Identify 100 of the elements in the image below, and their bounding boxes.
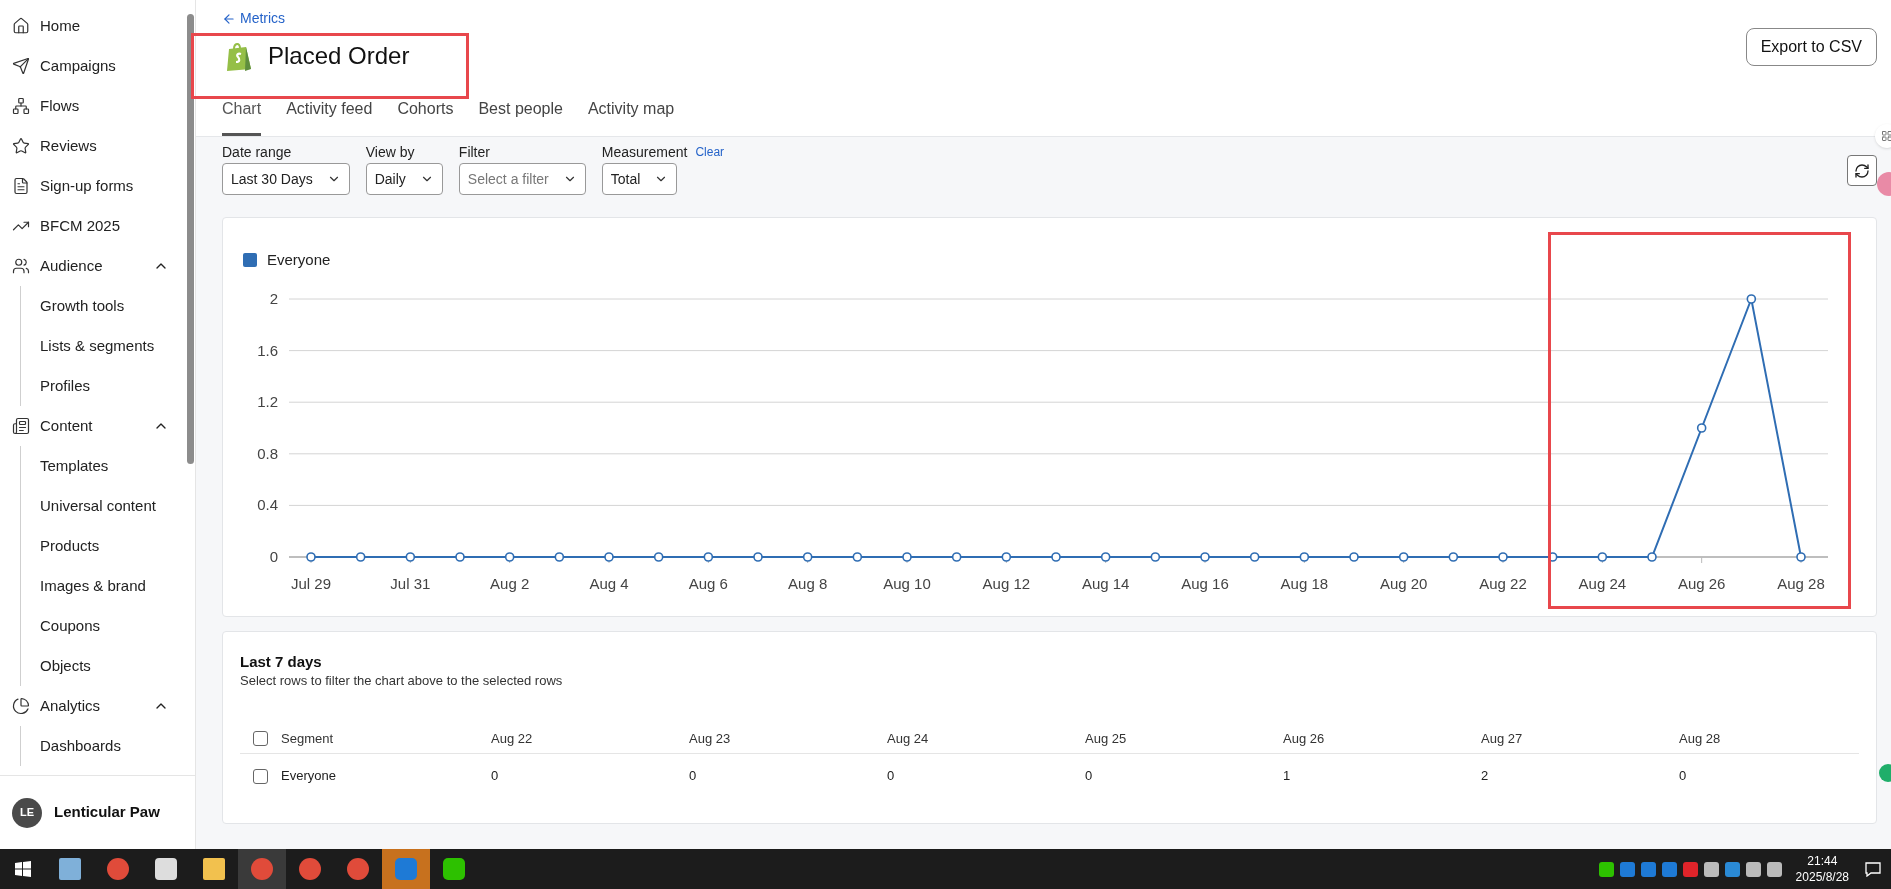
nav-subitem[interactable]: Lists & segments: [21, 326, 185, 366]
clock[interactable]: 21:44 2025/8/28: [1795, 853, 1849, 885]
card-subtitle: Select rows to filter the chart above to the selected rows: [240, 672, 564, 690]
data-point[interactable]: [1200, 552, 1210, 562]
nav-item[interactable]: BFCM 2025: [0, 206, 185, 246]
notification-icon[interactable]: [1865, 861, 1881, 877]
send-icon: [12, 57, 30, 75]
nav-item[interactable]: Content: [0, 406, 185, 446]
data-point[interactable]: [604, 552, 614, 562]
data-point[interactable]: [405, 552, 416, 562]
data-point[interactable]: [703, 552, 714, 562]
export-button[interactable]: Export to CSV: [1745, 28, 1877, 66]
y-axis-label: 0.8: [257, 444, 278, 462]
tray-icon[interactable]: [1703, 861, 1719, 877]
arrow-left-icon: [222, 11, 236, 26]
data-point[interactable]: [1498, 552, 1508, 562]
x-axis-label: Aug 10: [883, 575, 931, 592]
data-point[interactable]: [554, 552, 565, 562]
tab[interactable]: Best people: [478, 97, 563, 136]
nav-subitem[interactable]: Templates: [21, 446, 185, 486]
data-point[interactable]: [852, 552, 863, 562]
tray-icon[interactable]: [1661, 861, 1677, 877]
browser-icon: [107, 858, 129, 880]
tray-icon[interactable]: [1619, 861, 1635, 877]
data-point[interactable]: [1249, 552, 1260, 562]
hierarchy-icon: [12, 97, 30, 115]
x-axis-label: Aug 8: [788, 575, 828, 592]
nav-subitem[interactable]: Objects: [21, 646, 185, 686]
select-field[interactable]: Last 30 Days: [222, 163, 350, 195]
refresh-button[interactable]: [1847, 155, 1877, 186]
nav-item[interactable]: Home: [0, 6, 185, 46]
data-point[interactable]: [1647, 552, 1657, 562]
nav-item[interactable]: Sign-up forms: [0, 166, 185, 206]
data-point[interactable]: [902, 552, 912, 562]
data-point[interactable]: [1796, 552, 1806, 562]
windows-logo-icon: [15, 861, 31, 877]
nav-item[interactable]: Audience: [0, 246, 185, 286]
data-point[interactable]: [1398, 552, 1409, 562]
data-point[interactable]: [951, 552, 962, 562]
data-point[interactable]: [306, 552, 316, 562]
data-point[interactable]: [753, 552, 763, 562]
tab[interactable]: Activity map: [587, 97, 675, 136]
data-point[interactable]: [504, 552, 515, 562]
data-point[interactable]: [1150, 552, 1161, 562]
field-label: View by: [365, 142, 415, 162]
tray-icon[interactable]: [1640, 861, 1656, 877]
data-point[interactable]: [1100, 552, 1111, 562]
data-point[interactable]: [1001, 552, 1012, 562]
nav-subitem[interactable]: Dashboards: [21, 726, 185, 766]
nav-subitem[interactable]: Products: [21, 526, 185, 566]
nav-item[interactable]: Reviews: [0, 126, 185, 166]
data-point[interactable]: [1299, 552, 1310, 562]
nav-subitem[interactable]: Universal content: [21, 486, 185, 526]
data-point[interactable]: [1597, 552, 1608, 562]
table-cell-text: 0: [689, 767, 698, 786]
nav-item[interactable]: Analytics: [0, 686, 185, 726]
data-point[interactable]: [1349, 552, 1359, 562]
tray-icon[interactable]: [1598, 861, 1614, 877]
tray-icon[interactable]: [1766, 861, 1782, 877]
account-name: Lenticular Paw: [54, 802, 160, 823]
checkbox[interactable]: [253, 768, 268, 784]
back-link[interactable]: Metrics: [222, 0, 286, 28]
nav-subitem[interactable]: Coupons: [21, 606, 185, 646]
tab[interactable]: Activity feed: [286, 97, 373, 136]
folder-icon: [203, 858, 225, 880]
checkbox[interactable]: [253, 731, 268, 746]
x-axis-label: Aug 6: [688, 575, 728, 592]
select-field[interactable]: Daily: [365, 163, 443, 195]
nav-subitem[interactable]: Images & brand: [21, 566, 185, 606]
card-title: Last 7 days: [240, 652, 323, 672]
nav-subitem[interactable]: Profiles: [21, 366, 185, 406]
mail-icon: [155, 858, 177, 880]
tab[interactable]: Cohorts: [397, 97, 454, 136]
page-title: Placed Order: [268, 41, 410, 71]
tray-icon[interactable]: [1745, 861, 1761, 877]
people-icon: [12, 257, 30, 275]
column-header: Segment: [281, 729, 334, 748]
data-point[interactable]: [653, 552, 664, 562]
x-axis-label: Aug 24: [1578, 575, 1627, 592]
clear-link[interactable]: Clear: [695, 143, 725, 161]
data-point[interactable]: [455, 552, 465, 562]
app-icon: [395, 858, 417, 880]
legend-swatch[interactable]: [243, 253, 257, 267]
newspaper-icon: [12, 417, 30, 435]
select-field[interactable]: Select a filter: [458, 163, 586, 195]
data-point[interactable]: [1448, 552, 1459, 562]
data-point[interactable]: [1746, 294, 1757, 304]
table-cell-text: 2: [1481, 767, 1490, 786]
data-point[interactable]: [1051, 552, 1061, 562]
data-point[interactable]: [1696, 423, 1707, 433]
nav-item[interactable]: Flows: [0, 86, 185, 126]
data-point[interactable]: [802, 552, 813, 562]
column-header: Aug 27: [1481, 729, 1524, 748]
nav-subitem[interactable]: Growth tools: [21, 286, 185, 326]
star-icon: [12, 137, 30, 155]
select-field[interactable]: Total: [601, 163, 678, 195]
data-point[interactable]: [355, 552, 366, 562]
tray-icon[interactable]: [1724, 861, 1740, 877]
nav-item[interactable]: Campaigns: [0, 46, 185, 86]
table-cell-text: 0: [1679, 767, 1688, 786]
